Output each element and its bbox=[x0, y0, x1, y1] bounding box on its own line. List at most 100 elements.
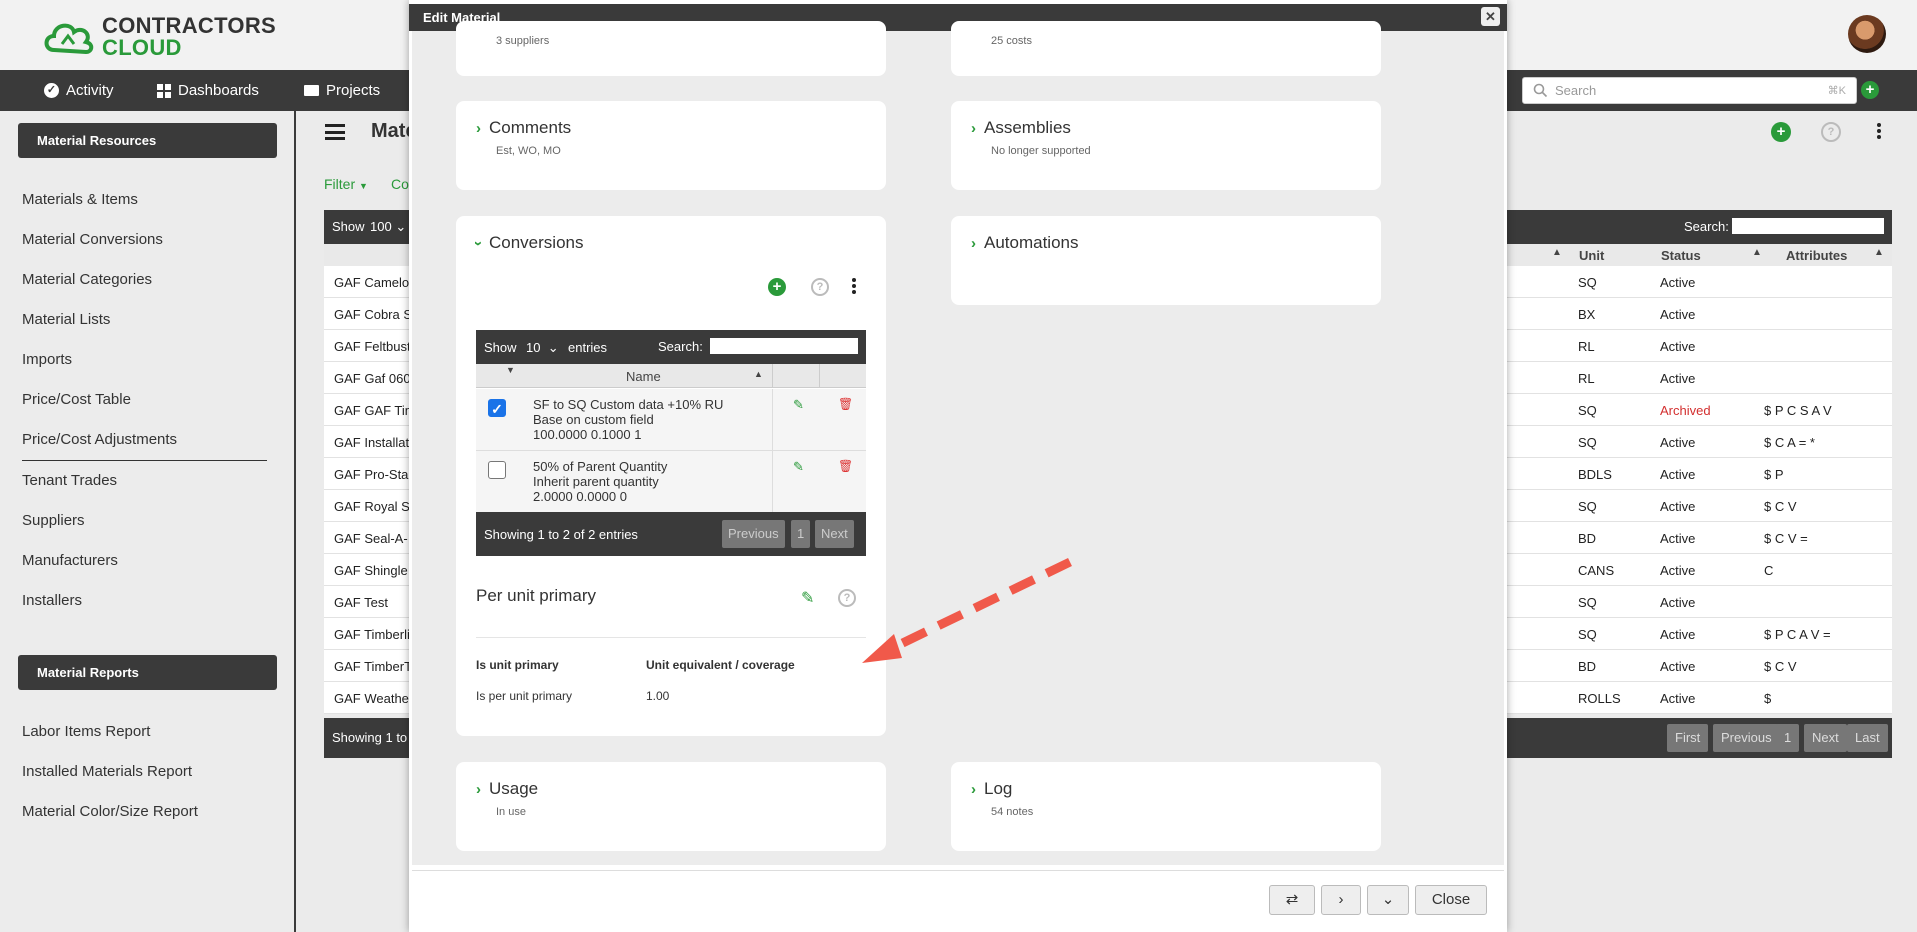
conversion-values: 100.0000 0.1000 1 bbox=[533, 427, 642, 442]
add-material-icon[interactable]: + bbox=[1771, 122, 1791, 142]
costs-card[interactable]: 25 costs bbox=[951, 21, 1381, 76]
usage-card[interactable]: › Usage In use bbox=[456, 762, 886, 851]
sidebar-item-suppliers[interactable]: Suppliers bbox=[22, 512, 85, 529]
page-size-select[interactable]: 10 ⌄ bbox=[526, 340, 559, 356]
user-avatar[interactable] bbox=[1848, 15, 1886, 53]
add-icon[interactable]: + bbox=[1861, 81, 1879, 99]
log-card[interactable]: › Log 54 notes bbox=[951, 762, 1381, 851]
suppliers-card[interactable]: 3 suppliers bbox=[456, 21, 886, 76]
swap-icon[interactable]: ⇄ bbox=[1269, 885, 1315, 915]
row-checkbox[interactable]: ✓ bbox=[488, 399, 506, 417]
automations-card[interactable]: › Automations bbox=[951, 216, 1381, 305]
header-is-unit-primary: Is unit primary bbox=[476, 658, 559, 672]
material-unit: SQ bbox=[1578, 627, 1597, 642]
filter-button[interactable]: Filter ▼ bbox=[324, 176, 368, 192]
sort-icon[interactable]: ▲ bbox=[1752, 247, 1762, 258]
material-attributes: $ P bbox=[1764, 467, 1784, 482]
material-attributes: $ C V = bbox=[1764, 531, 1808, 546]
edit-pencil-icon[interactable]: ✎ bbox=[801, 588, 814, 608]
page-size-select[interactable]: 100 ⌄ bbox=[370, 219, 406, 235]
help-icon[interactable]: ? bbox=[811, 278, 829, 296]
hamburger-menu-icon[interactable] bbox=[325, 124, 345, 140]
nav-dashboards[interactable]: Dashboards bbox=[157, 70, 259, 111]
help-icon[interactable]: ? bbox=[1821, 122, 1841, 142]
sidebar-item-installers[interactable]: Installers bbox=[22, 592, 82, 609]
sidebar-item-labor-items-report[interactable]: Labor Items Report bbox=[22, 723, 150, 740]
log-sub: 54 notes bbox=[991, 806, 1034, 818]
conversion-row[interactable]: 50% of Parent Quantity Inherit parent qua… bbox=[476, 451, 866, 513]
pager-next-button[interactable]: Next bbox=[1804, 724, 1847, 752]
conversions-table-header: ▼ Name ▲ bbox=[476, 364, 866, 388]
sidebar-item-material-color-size-report[interactable]: Material Color/Size Report bbox=[22, 803, 198, 820]
trash-icon[interactable]: 🗑 bbox=[838, 459, 853, 473]
sort-icon[interactable]: ▲ bbox=[1552, 247, 1562, 258]
more-options-icon[interactable] bbox=[1877, 123, 1881, 139]
conversions-table-info: Showing 1 to 2 of 2 entries bbox=[484, 527, 638, 542]
table-search-input[interactable] bbox=[1732, 218, 1884, 234]
sidebar-header-reports: Material Reports bbox=[18, 655, 277, 690]
material-unit: SQ bbox=[1578, 435, 1597, 450]
sidebar-item-installed-materials-report[interactable]: Installed Materials Report bbox=[22, 763, 192, 780]
row-checkbox[interactable] bbox=[488, 461, 506, 479]
pager-first-button[interactable]: First bbox=[1667, 724, 1709, 752]
close-icon[interactable]: ✕ bbox=[1481, 7, 1500, 26]
column-header-name[interactable]: Name bbox=[626, 369, 661, 384]
assemblies-card[interactable]: › Assemblies No longer supported bbox=[951, 101, 1381, 190]
material-name: GAF Feltbust bbox=[334, 339, 411, 354]
sort-caret-icon[interactable]: ▼ bbox=[506, 365, 515, 375]
more-options-icon[interactable] bbox=[852, 278, 856, 294]
nav-activity[interactable]: ✓ Activity bbox=[44, 70, 114, 111]
material-name: GAF Timberli bbox=[334, 627, 410, 642]
material-status: Active bbox=[1660, 339, 1696, 354]
sidebar-item-materials-items[interactable]: Materials & Items bbox=[22, 191, 138, 208]
sidebar-item-material-categories[interactable]: Material Categories bbox=[22, 271, 152, 288]
conversions-search-input[interactable] bbox=[710, 338, 858, 354]
material-name: GAF GAF Tim bbox=[334, 403, 416, 418]
nav-projects[interactable]: Projects bbox=[304, 70, 380, 111]
column-header-status[interactable]: Status bbox=[1661, 248, 1701, 263]
edit-pencil-icon[interactable]: ✎ bbox=[793, 459, 804, 475]
material-unit: SQ bbox=[1578, 275, 1597, 290]
material-attributes: $ P C A V = bbox=[1764, 627, 1831, 642]
add-conversion-icon[interactable]: + bbox=[768, 278, 786, 296]
conversion-row[interactable]: ✓ SF to SQ Custom data +10% RU Base on cu… bbox=[476, 389, 866, 451]
sidebar-item-material-lists[interactable]: Material Lists bbox=[22, 311, 110, 328]
sidebar-item-price-cost-table[interactable]: Price/Cost Table bbox=[22, 391, 131, 408]
columns-button[interactable]: Co bbox=[391, 176, 409, 192]
material-unit: BDLS bbox=[1578, 467, 1612, 482]
grid-icon bbox=[157, 83, 171, 98]
conversions-next-button[interactable]: Next bbox=[815, 520, 854, 548]
pager-page-1-button[interactable]: 1 bbox=[1776, 724, 1800, 752]
sidebar-item-material-conversions[interactable]: Material Conversions bbox=[22, 231, 163, 248]
column-header-unit[interactable]: Unit bbox=[1579, 248, 1604, 263]
global-search-input[interactable]: Search ⌘K bbox=[1522, 77, 1857, 104]
sort-icon[interactable]: ▲ bbox=[754, 369, 763, 379]
conversions-previous-button[interactable]: Previous bbox=[722, 520, 785, 548]
conversions-toggle[interactable]: › Conversions bbox=[470, 233, 584, 253]
sidebar-item-price-cost-adjustments[interactable]: Price/Cost Adjustments bbox=[22, 431, 177, 448]
conversions-page-1-button[interactable]: 1 bbox=[791, 520, 811, 548]
trash-icon[interactable]: 🗑 bbox=[838, 397, 853, 411]
material-attributes: $ P C S A V bbox=[1764, 403, 1832, 418]
material-status: Active bbox=[1660, 531, 1696, 546]
material-status: Archived bbox=[1660, 403, 1711, 418]
material-unit: CANS bbox=[1578, 563, 1615, 578]
pager-last-button[interactable]: Last bbox=[1847, 724, 1888, 752]
pager-previous-button[interactable]: Previous bbox=[1713, 724, 1780, 752]
close-button[interactable]: Close bbox=[1415, 885, 1487, 915]
column-header-attributes[interactable]: Attributes bbox=[1786, 248, 1847, 263]
chevron-right-icon[interactable]: › bbox=[1321, 885, 1361, 915]
chevron-down-icon[interactable]: ⌄ bbox=[1367, 885, 1409, 915]
sidebar-item-manufacturers[interactable]: Manufacturers bbox=[22, 552, 118, 569]
edit-pencil-icon[interactable]: ✎ bbox=[793, 397, 804, 413]
comments-card[interactable]: › Comments Est, WO, MO bbox=[456, 101, 886, 190]
sidebar-item-imports[interactable]: Imports bbox=[22, 351, 72, 368]
app-logo[interactable]: CONTRACTORS CLOUD bbox=[42, 14, 276, 59]
sort-icon[interactable]: ▲ bbox=[1874, 247, 1884, 258]
sidebar-item-tenant-trades[interactable]: Tenant Trades bbox=[22, 472, 117, 489]
log-title: Log bbox=[984, 779, 1013, 798]
material-name: GAF Shingle bbox=[334, 563, 408, 578]
material-attributes: $ bbox=[1764, 691, 1772, 706]
entries-label: entries bbox=[568, 340, 608, 355]
divider bbox=[476, 637, 866, 638]
